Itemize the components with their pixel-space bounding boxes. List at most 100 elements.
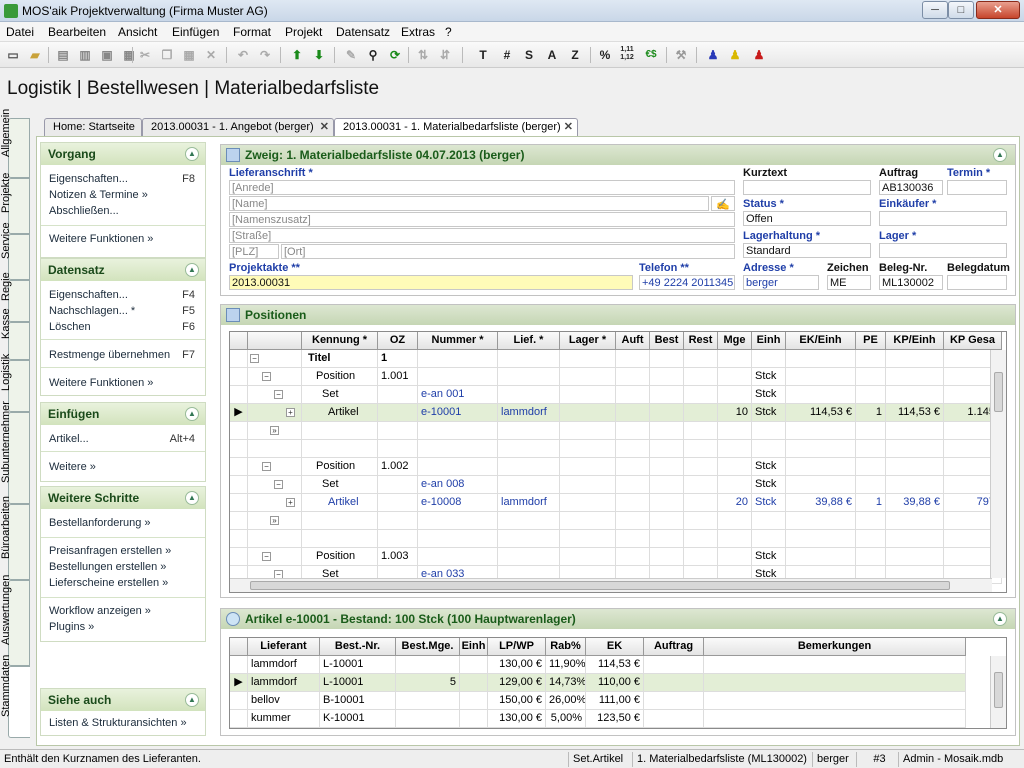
cell-kp[interactable]: 114,53 € [886,404,944,422]
cell-ek[interactable] [786,548,856,566]
link-nachschlagen[interactable]: Nachschlagen... * [49,305,135,317]
cell-einh[interactable]: Stck [752,458,786,476]
field-belegdatum[interactable] [947,275,1007,290]
link-preisanfragen[interactable]: Preisanfragen erstellen » [49,545,171,557]
tab-angebot[interactable]: 2013.00031 - 1. Angebot (berger) ✕ [142,118,334,136]
expand-icon[interactable]: − [262,462,271,471]
supplier-cell[interactable]: L-10001 [320,656,396,674]
scroll-thumb[interactable] [994,672,1003,708]
copy-icon[interactable]: ❐ [158,46,176,64]
tab-materialbedarfsliste[interactable]: 2013.00031 - 1. Materialbedarfsliste (be… [334,118,578,137]
cell-nr[interactable]: e-10001 [418,404,498,422]
supplier-cell[interactable] [644,710,704,728]
supplier-cell[interactable]: 150,00 € [488,692,546,710]
expand-icon[interactable]: − [250,354,259,363]
cell-pe[interactable] [856,548,886,566]
cell-empty[interactable] [650,512,684,530]
cell-einh[interactable] [752,422,786,440]
cell-ek[interactable] [786,512,856,530]
delete-icon[interactable]: ✕ [202,46,220,64]
cell-einh[interactable]: Stck [752,386,786,404]
row-selector[interactable] [230,422,248,440]
supplier-cell[interactable]: 130,00 € [488,710,546,728]
cell-empty[interactable] [560,548,616,566]
cell-oz[interactable] [378,530,418,548]
minimize-button[interactable]: ─ [922,1,948,19]
cell-nr[interactable] [418,422,498,440]
cell-empty[interactable] [560,458,616,476]
supplier-cell[interactable]: lammdorf [248,674,320,692]
user-red-icon[interactable]: ♟ [750,46,768,64]
supplier-cell[interactable]: 11,90% [546,656,586,674]
cell-k[interactable]: Position [302,368,378,386]
cell-mge[interactable] [718,530,752,548]
cell-ek[interactable] [786,350,856,368]
cell-pe[interactable]: 1 [856,494,886,512]
menu-einfuegen[interactable]: Einfügen [172,25,219,39]
supplier-cell[interactable] [644,674,704,692]
column-header[interactable]: Nummer * [418,332,498,350]
cell-k[interactable] [302,512,378,530]
sort-asc-icon[interactable]: ⇅ [414,46,432,64]
cell-empty[interactable] [650,440,684,458]
supplier-cell[interactable] [460,692,488,710]
print-icon[interactable]: ▤ [54,46,72,64]
column-header[interactable]: PE [856,332,886,350]
supplier-cell[interactable]: bellov [248,692,320,710]
cell-einh[interactable] [752,350,786,368]
cell-mge[interactable]: 10 [718,404,752,422]
a-button[interactable]: A [543,46,561,64]
z-button[interactable]: Z [566,46,584,64]
cell-ek[interactable] [786,386,856,404]
cell-ek[interactable] [786,458,856,476]
supplier-cell[interactable] [644,656,704,674]
cell-empty[interactable] [616,404,650,422]
row-selector[interactable] [230,350,248,368]
cell-nr[interactable] [418,368,498,386]
cell-empty[interactable] [560,530,616,548]
row-selector[interactable] [230,692,248,710]
cell-oz[interactable] [378,512,418,530]
collapse-icon[interactable]: ▲ [993,612,1007,626]
cell-nr[interactable] [418,458,498,476]
column-header[interactable]: KP Gesa [944,332,1002,350]
link-lieferscheine[interactable]: Lieferscheine erstellen » [49,577,168,589]
cell-nr[interactable] [418,512,498,530]
column-header[interactable]: Lager * [560,332,616,350]
row-selector[interactable] [230,476,248,494]
cell-empty[interactable] [616,458,650,476]
cell-empty[interactable] [616,548,650,566]
field-status[interactable]: Offen [743,211,871,226]
paste-icon[interactable]: ▦ [180,46,198,64]
cell-mge[interactable] [718,512,752,530]
sidetab-stammdaten[interactable]: Stammdaten [0,655,30,738]
cell-empty[interactable] [650,386,684,404]
cell-oz[interactable]: 1 [378,350,418,368]
user-blue-icon[interactable]: ♟ [704,46,722,64]
cell-mge[interactable] [718,476,752,494]
link-weitere-funktionen[interactable]: Weitere Funktionen » [49,377,153,389]
link-eigenschaften[interactable]: Eigenschaften... [49,289,128,301]
currency-button[interactable]: €$ [642,46,660,64]
cell-einh[interactable]: Stck [752,404,786,422]
cell-ek[interactable]: 39,88 € [786,494,856,512]
cell-pe[interactable] [856,476,886,494]
cell-oz[interactable] [378,422,418,440]
expand-icon[interactable]: − [262,552,271,561]
row-selector[interactable] [230,548,248,566]
group-header[interactable]: Vorgang ▲ [41,143,205,165]
positions-grid[interactable]: Kennung * OZ Nummer * Lief. * Lager * Auft Bes… [229,331,1007,593]
tab-close-icon[interactable]: ✕ [564,119,573,136]
cell-empty[interactable] [684,368,718,386]
column-header[interactable]: Best.-Nr. [320,638,396,656]
percent-button[interactable]: % [596,46,614,64]
column-header[interactable]: Bemerkungen [704,638,966,656]
cell-empty[interactable] [684,512,718,530]
column-header[interactable]: LP/WP [488,638,546,656]
cell-empty[interactable] [560,440,616,458]
row-selector[interactable] [230,656,248,674]
cell-pe[interactable] [856,422,886,440]
cell-mge[interactable] [718,440,752,458]
cell-pe[interactable] [856,458,886,476]
tab-close-icon[interactable]: ✕ [320,119,329,136]
